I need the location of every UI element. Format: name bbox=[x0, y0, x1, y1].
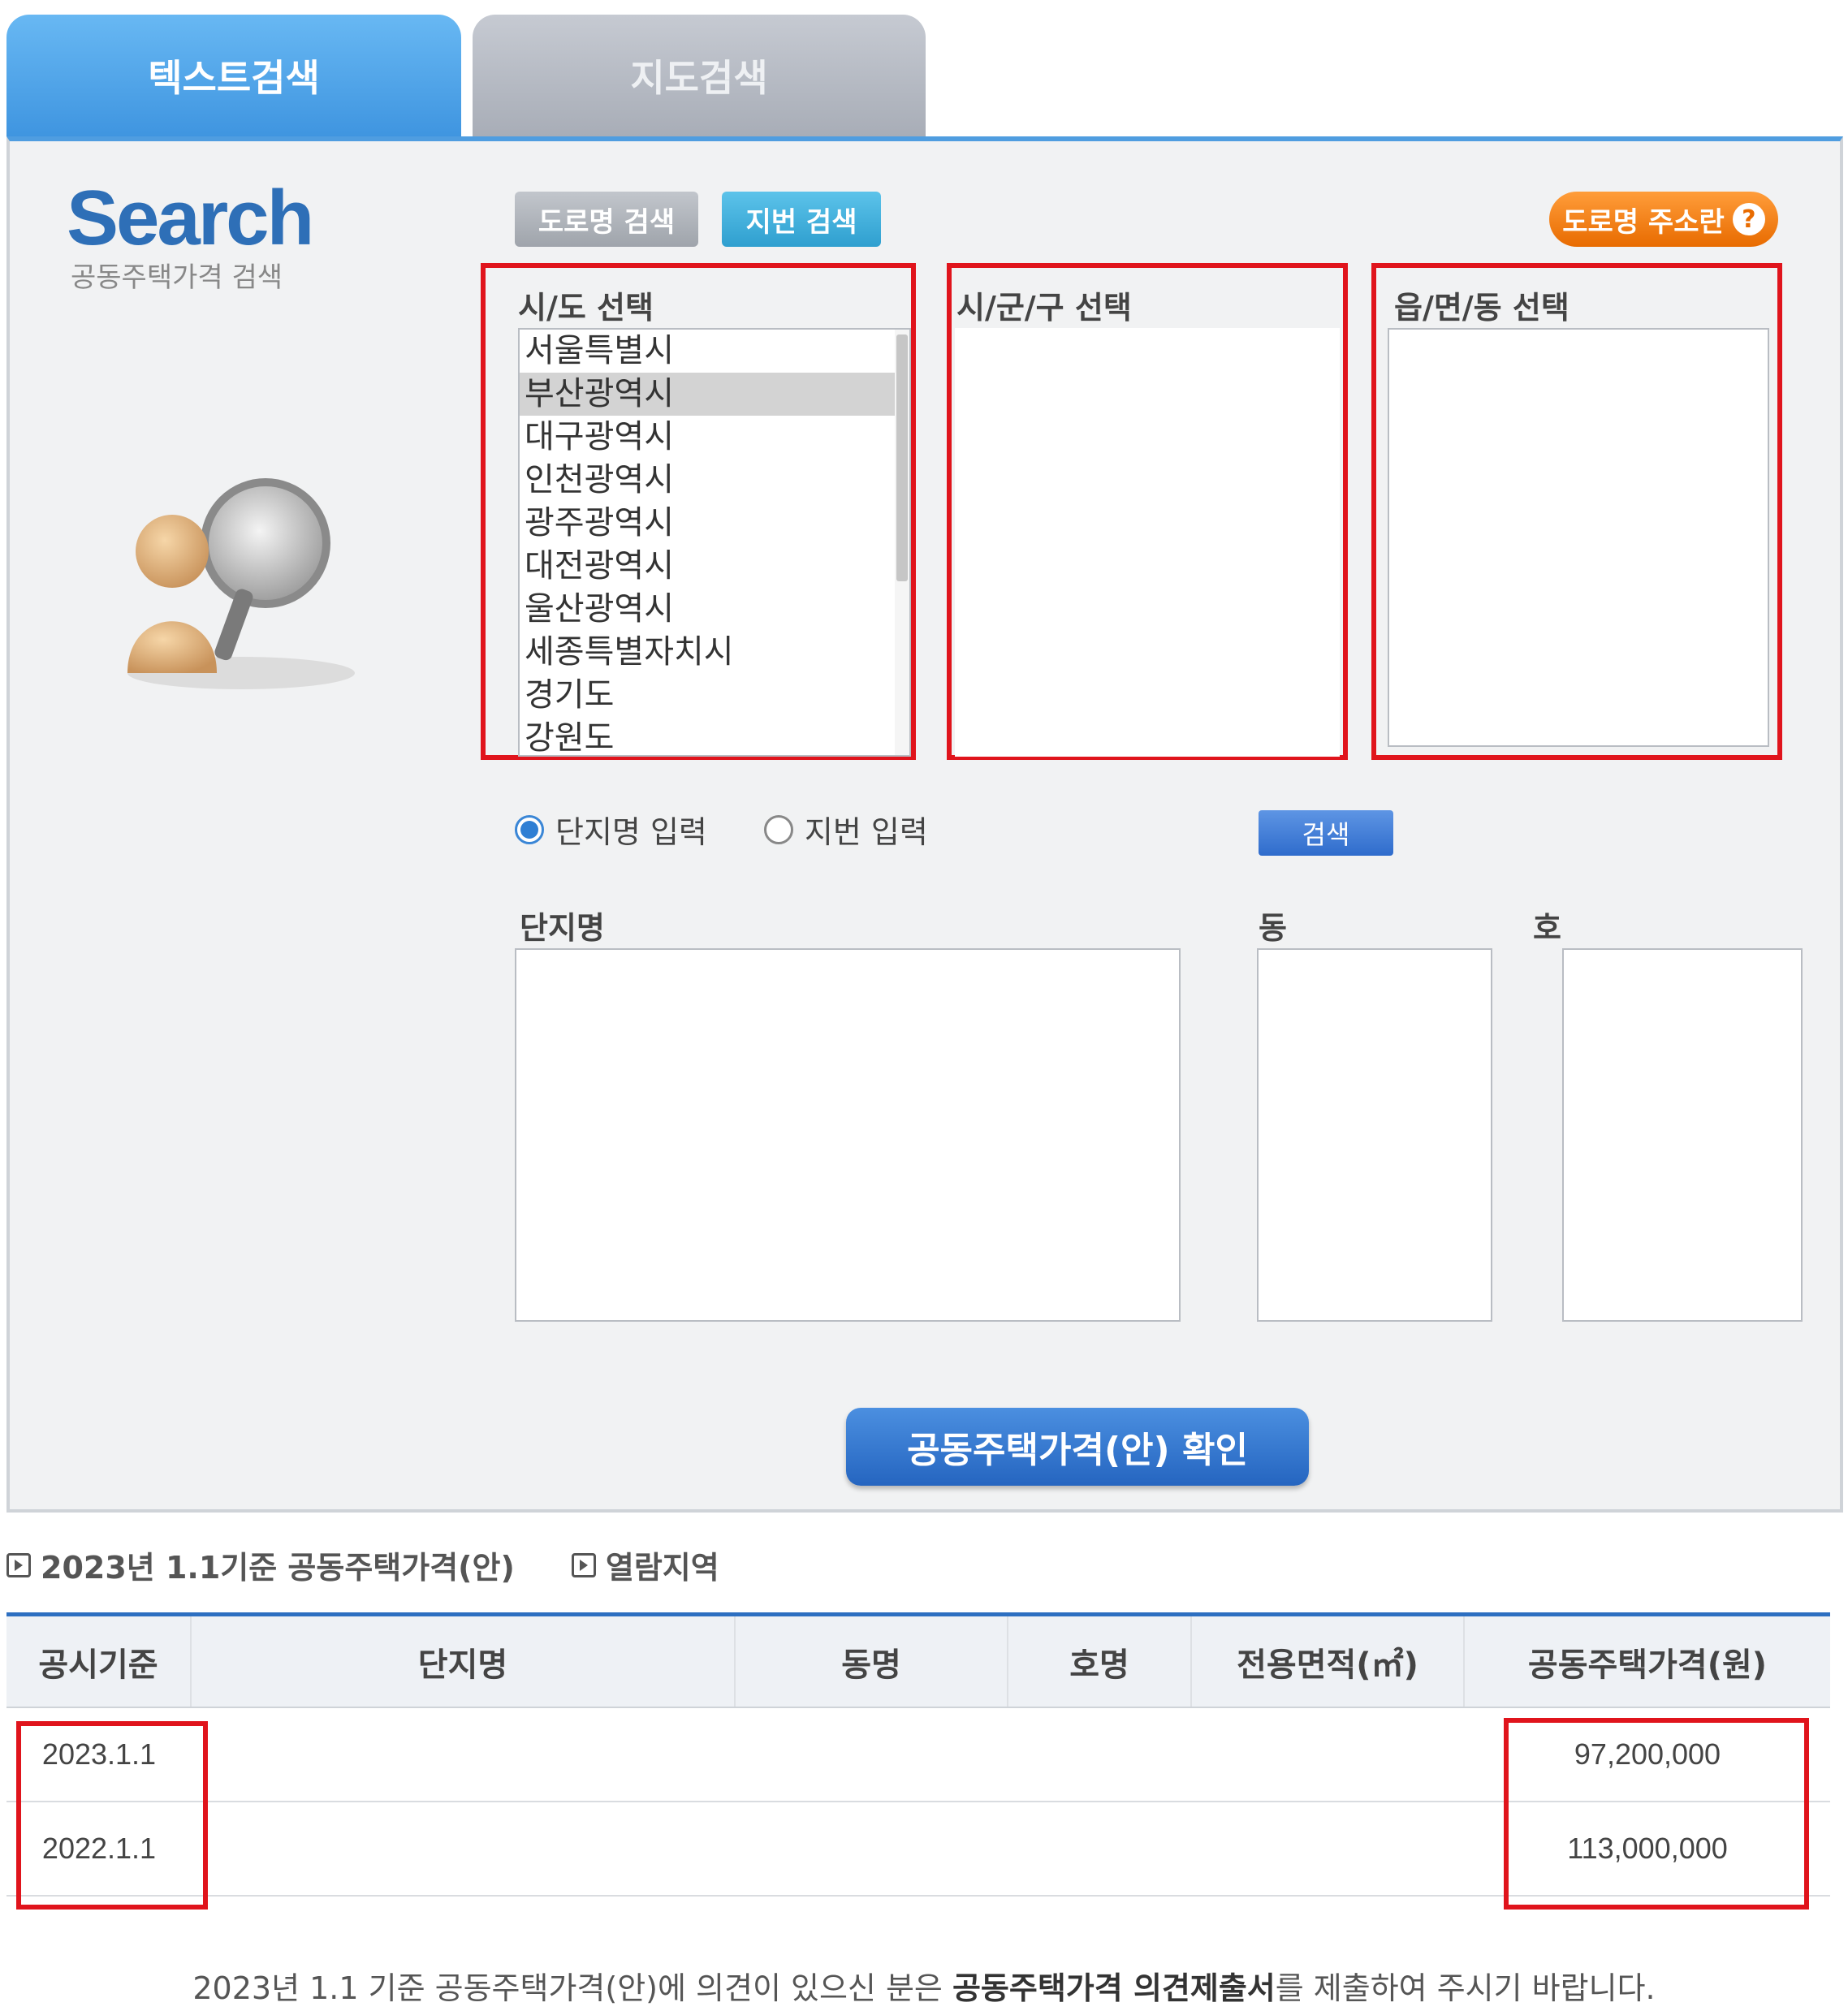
sido-option[interactable]: 대구광역시 bbox=[520, 416, 909, 459]
input-mode-radios: 단지명 입력 지번 입력 bbox=[515, 807, 985, 852]
sido-option[interactable]: 경기도 bbox=[520, 674, 909, 717]
row-ho bbox=[1008, 1708, 1192, 1801]
complex-name-radio-label: 단지명 입력 bbox=[555, 814, 707, 850]
sido-option[interactable]: 서울특별시 bbox=[520, 330, 909, 373]
bullet-box-icon bbox=[6, 1552, 31, 1577]
jibun-search-button[interactable]: 지번 검색 bbox=[722, 192, 881, 247]
col-dong: 동명 bbox=[736, 1616, 1008, 1707]
viewing-area-link[interactable]: 열람지역 bbox=[606, 1543, 719, 1587]
confirm-price-button[interactable]: 공동주택가격(안) 확인 bbox=[846, 1408, 1309, 1486]
bullet-box-icon bbox=[571, 1552, 596, 1577]
jibun-radio-label: 지번 입력 bbox=[804, 814, 928, 850]
col-price: 공동주택가격(원) bbox=[1527, 1646, 1768, 1684]
row-area bbox=[1192, 1708, 1465, 1801]
notice-prefix: 2023년 1.1 기준 공동주택가격(안)에 의견이 있으신 분은 bbox=[192, 1970, 952, 2006]
price-highlight-box bbox=[1504, 1718, 1809, 1910]
eupmyeondong-label: 읍/면/동 선택 bbox=[1394, 290, 1570, 326]
eupmyeondong-select-region: 읍/면/동 선택 bbox=[1371, 263, 1782, 760]
sido-select-region: 시/도 선택 서울특별시 부산광역시 대구광역시 인천광역시 광주광역시 대전광… bbox=[481, 263, 916, 760]
row-dong bbox=[736, 1802, 1008, 1895]
dong-listbox[interactable] bbox=[1257, 948, 1492, 1322]
sido-option[interactable]: 강원도 bbox=[520, 717, 909, 755]
person-magnifier-icon bbox=[127, 478, 355, 689]
search-logo: Search bbox=[67, 175, 314, 261]
row-ho bbox=[1008, 1802, 1192, 1895]
col-area: 전용면적(㎡) bbox=[1192, 1616, 1465, 1707]
road-address-guide-label: 도로명 주소란 bbox=[1562, 205, 1725, 239]
complex-name-listbox[interactable] bbox=[515, 948, 1181, 1322]
tab-map-search[interactable]: 지도검색 bbox=[473, 15, 926, 136]
sido-option[interactable]: 인천광역시 bbox=[520, 459, 909, 502]
col-date: 공시기준 bbox=[6, 1616, 192, 1707]
table-header: 공시기준 단지명 동명 호명 전용면적(㎡) 공동주택가격(원) bbox=[6, 1612, 1830, 1708]
sido-listbox[interactable]: 서울특별시 부산광역시 대구광역시 인천광역시 광주광역시 대전광역시 울산광역… bbox=[518, 328, 911, 757]
complex-name-label: 단지명 bbox=[520, 910, 605, 946]
tab-text-search[interactable]: 텍스트검색 bbox=[6, 15, 461, 136]
row-complex bbox=[192, 1708, 736, 1801]
col-ho: 호명 bbox=[1008, 1616, 1192, 1707]
complex-name-radio[interactable] bbox=[515, 814, 544, 844]
sido-label: 시/도 선택 bbox=[518, 290, 654, 326]
col-complex: 단지명 bbox=[192, 1616, 736, 1707]
search-subtitle: 공동주택가격 검색 bbox=[71, 261, 283, 294]
sigungu-select-region: 시/군/구 선택 bbox=[947, 263, 1348, 760]
date-highlight-box bbox=[16, 1721, 208, 1910]
objection-form-link[interactable]: 공동주택가격 의견제출서 bbox=[952, 1970, 1276, 2006]
ho-listbox[interactable] bbox=[1562, 948, 1803, 1322]
sido-option[interactable]: 광주광역시 bbox=[520, 502, 909, 545]
row-complex bbox=[192, 1802, 736, 1895]
help-icon: ? bbox=[1732, 203, 1765, 235]
sido-option[interactable]: 울산광역시 bbox=[520, 588, 909, 631]
search-panel: Search 공동주택가격 검색 도로명 검색 지번 검색 도로명 주소란 ? … bbox=[6, 136, 1843, 1513]
sigungu-label: 시/군/구 선택 bbox=[956, 290, 1132, 326]
road-address-guide-button[interactable]: 도로명 주소란 ? bbox=[1549, 192, 1778, 247]
eupmyeondong-listbox[interactable] bbox=[1388, 328, 1769, 747]
notice-text: 2023년 1.1 기준 공동주택가격(안)에 의견이 있으신 분은 공동주택가… bbox=[0, 1963, 1848, 2008]
sido-scrollbar[interactable] bbox=[895, 330, 909, 755]
road-name-search-button[interactable]: 도로명 검색 bbox=[515, 192, 698, 247]
results-heading: 2023년 1.1기준 공동주택가격(안) bbox=[41, 1550, 515, 1586]
sido-option-selected[interactable]: 부산광역시 bbox=[520, 373, 909, 416]
sigungu-listbox[interactable] bbox=[955, 328, 1340, 757]
sido-option[interactable]: 세종특별자치시 bbox=[520, 631, 909, 674]
dong-label: 동 bbox=[1259, 910, 1287, 946]
sido-scroll-thumb[interactable] bbox=[896, 334, 908, 581]
results-header: 2023년 1.1기준 공동주택가격(안) 열람지역 bbox=[6, 1543, 719, 1587]
row-dong bbox=[736, 1708, 1008, 1801]
notice-suffix: 를 제출하여 주시기 바랍니다. bbox=[1275, 1970, 1656, 2006]
ho-label: 호 bbox=[1533, 910, 1561, 946]
sido-option[interactable]: 대전광역시 bbox=[520, 545, 909, 588]
jibun-radio[interactable] bbox=[763, 814, 793, 844]
row-area bbox=[1192, 1802, 1465, 1895]
search-button[interactable]: 검색 bbox=[1259, 810, 1393, 856]
